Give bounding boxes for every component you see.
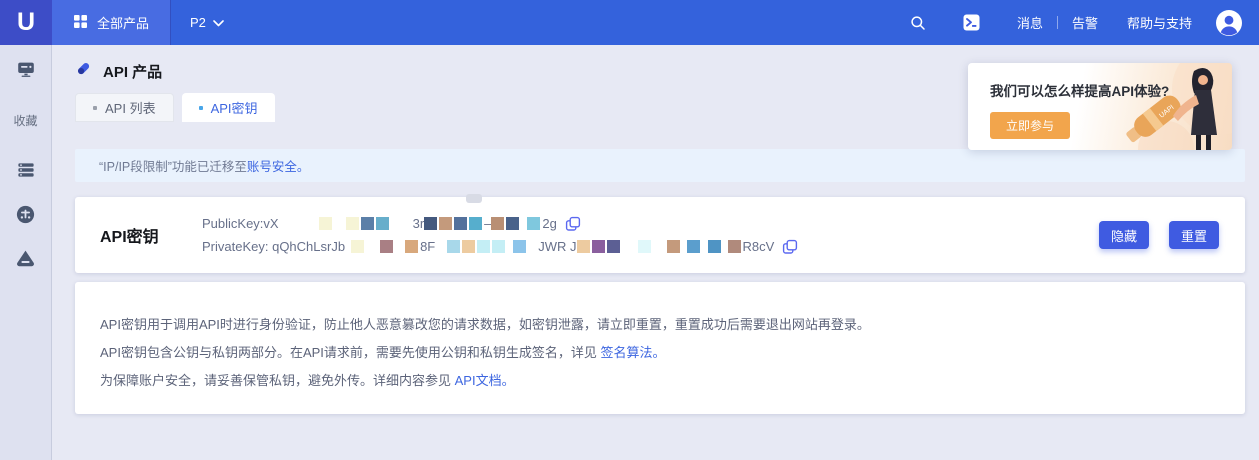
info-text: 为保障账户安全，请妥善保管私钥，避免外传。详细内容参见 [100, 373, 455, 388]
copy-icon[interactable] [782, 239, 798, 255]
logo-text: U [17, 8, 35, 37]
api-plug-icon [75, 60, 92, 82]
nav-divider [1057, 16, 1058, 29]
tab-api-list-label: API 列表 [105, 98, 156, 117]
tab-api-list[interactable]: API 列表 [75, 93, 174, 122]
public-key-row: PublicKey:vX3r–2g [202, 216, 798, 232]
nav-messages[interactable]: 消息 [1017, 13, 1043, 32]
api-key-info-card: API密钥用于调用API时进行身份验证，防止他人恶意篡改您的请求数据，如密钥泄露… [75, 282, 1245, 414]
signature-algorithm-link[interactable]: 签名算法。 [601, 345, 666, 360]
grid-icon [73, 14, 88, 32]
reset-button[interactable]: 重置 [1169, 221, 1219, 249]
project-selector[interactable]: P2 [171, 15, 243, 30]
all-products-button[interactable]: 全部产品 [52, 0, 171, 45]
hide-button[interactable]: 隐藏 [1099, 221, 1149, 249]
chevron-down-icon [213, 15, 224, 30]
info-paragraph-1: API密钥用于调用API时进行身份验证，防止他人恶意篡改您的请求数据，如密钥泄露… [100, 311, 1245, 339]
logo[interactable]: U [0, 0, 52, 45]
public-key-value: PublicKey:vX3r–2g [202, 216, 557, 232]
feedback-card: UAPI 我们可以怎么样提高API体验? 立即参与 [968, 63, 1232, 150]
private-key-row: PrivateKey: qQhChLsrJb8FJWR JR8cV [202, 239, 798, 255]
notice-text: “IP/IP段限制”功能已迁移至 [99, 156, 247, 175]
info-paragraph-2: API密钥包含公钥与私钥两部分。在API请求前，需要先使用公钥和私钥生成签名，详… [100, 339, 1245, 367]
display-icon[interactable] [16, 59, 36, 79]
left-sidebar: 收藏 [0, 45, 52, 460]
tab-dot [199, 106, 203, 110]
copy-icon[interactable] [565, 216, 581, 232]
participate-button[interactable]: 立即参与 [990, 112, 1070, 139]
key-rows: PublicKey:vX3r–2g PrivateKey: qQhChLsrJb… [202, 216, 798, 255]
nav-help[interactable]: 帮助与支持 [1127, 13, 1192, 32]
project-label: P2 [190, 15, 206, 30]
top-navbar: U 全部产品 P2 消息 告警 帮助与支持 [0, 0, 1259, 45]
tab-api-keys[interactable]: API密钥 [182, 93, 275, 122]
page-title: API 产品 [103, 61, 162, 82]
account-security-link[interactable]: 账号安全。 [247, 156, 310, 175]
info-text: API密钥用于调用API时进行身份验证，防止他人恶意篡改您的请求数据，如密钥泄露… [100, 317, 870, 332]
feedback-question: 我们可以怎么样提高API体验? [990, 80, 1232, 100]
user-avatar-icon[interactable] [1216, 10, 1242, 36]
hub-icon[interactable] [15, 204, 36, 225]
nav-alerts[interactable]: 告警 [1072, 13, 1098, 32]
drive-icon[interactable] [15, 248, 36, 269]
search-icon[interactable] [910, 15, 926, 31]
navbar-right: 消息 告警 帮助与支持 [910, 10, 1259, 36]
api-docs-link[interactable]: API文档。 [455, 373, 515, 388]
feedback-illustration: UAPI [1100, 63, 1232, 150]
console-icon[interactable] [963, 14, 980, 31]
tab-api-keys-label: API密钥 [211, 98, 258, 117]
tab-dot [93, 106, 97, 110]
all-products-label: 全部产品 [97, 13, 149, 32]
private-key-value: PrivateKey: qQhChLsrJb8FJWR JR8cV [202, 239, 774, 255]
api-key-card-title: API密钥 [100, 223, 176, 247]
info-paragraph-3: 为保障账户安全，请妥善保管私钥，避免外传。详细内容参见 API文档。 [100, 367, 1245, 395]
favorites-label: 收藏 [13, 112, 37, 129]
migration-notice: “IP/IP段限制”功能已迁移至账号安全。 [75, 149, 1245, 182]
drag-handle-pill [466, 194, 482, 203]
key-actions: 隐藏 重置 [1099, 221, 1219, 249]
list-icon[interactable] [16, 160, 36, 180]
info-text: API密钥包含公钥与私钥两部分。在API请求前，需要先使用公钥和私钥生成签名，详… [100, 345, 601, 360]
api-key-card: API密钥 PublicKey:vX3r–2g PrivateKey: qQhC… [75, 197, 1245, 273]
